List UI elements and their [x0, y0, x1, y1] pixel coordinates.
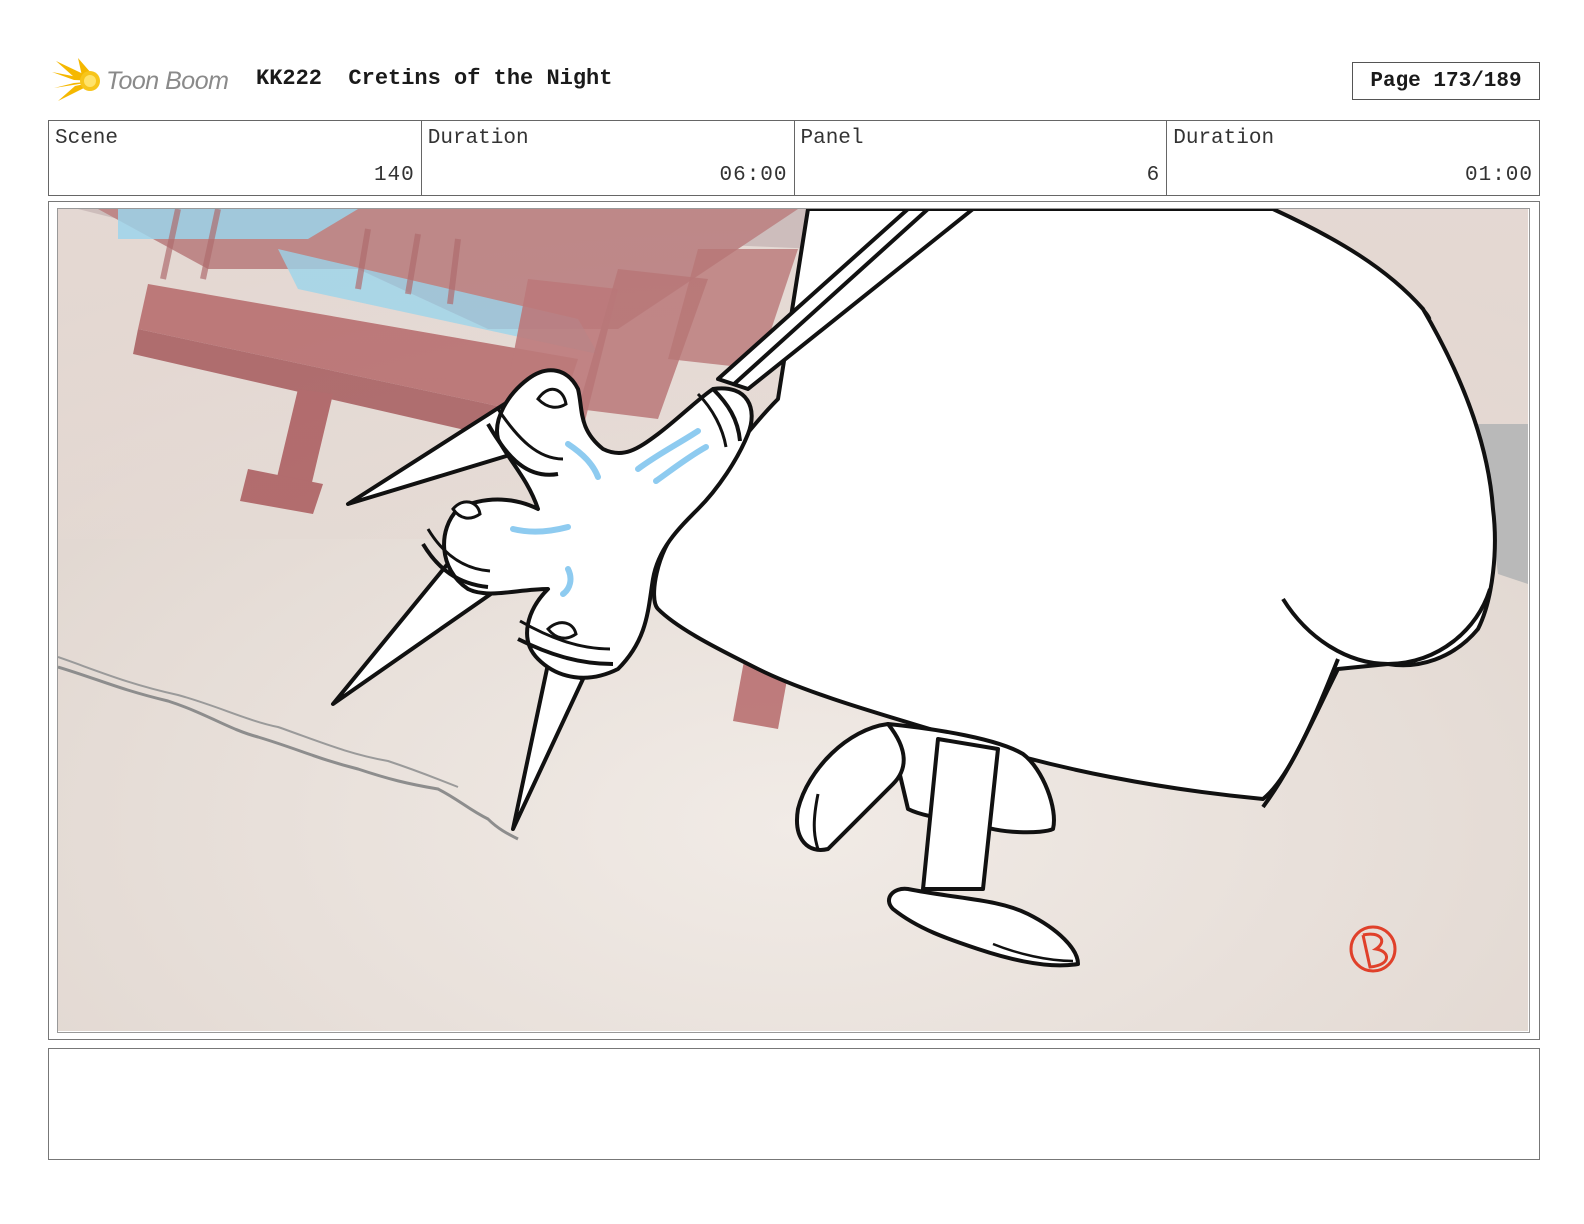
scene-value: 140 [373, 164, 415, 187]
panel-label: Panel [800, 127, 864, 150]
panel-duration-label: Duration [1173, 127, 1275, 150]
panel-duration-value: 01:00 [1464, 164, 1533, 187]
scene-label: Scene [55, 127, 119, 150]
episode-title: Cretins of the Night [348, 66, 613, 91]
toon-boom-logo: Toon Boom [52, 58, 229, 104]
scene-duration-cell: Duration 06:00 [422, 121, 795, 195]
scene-info-table: Scene 140 Duration 06:00 Panel 6 Duratio… [48, 120, 1540, 196]
scene-duration-value: 06:00 [719, 164, 788, 187]
flare-icon [52, 58, 100, 101]
scene-cell: Scene 140 [49, 121, 422, 195]
scene-duration-label: Duration [427, 127, 529, 150]
character-leg-front [921, 737, 1000, 891]
storyboard-header: Toon Boom KK222 Cretins of the Night Pag… [48, 56, 1540, 106]
panel-frame [48, 201, 1540, 1040]
panel-notes-box [48, 1048, 1540, 1160]
page-number: Page 173/189 [1352, 62, 1540, 100]
project-title: KK222 Cretins of the Night [256, 66, 612, 91]
panel-value: 6 [1146, 164, 1161, 187]
episode-code: KK222 [256, 66, 323, 91]
logo-text: Toon Boom [106, 66, 229, 95]
panel-artwork [57, 208, 1530, 1033]
storyboard-drawing [58, 209, 1528, 1031]
panel-duration-cell: Duration 01:00 [1167, 121, 1539, 195]
panel-cell: Panel 6 [795, 121, 1168, 195]
